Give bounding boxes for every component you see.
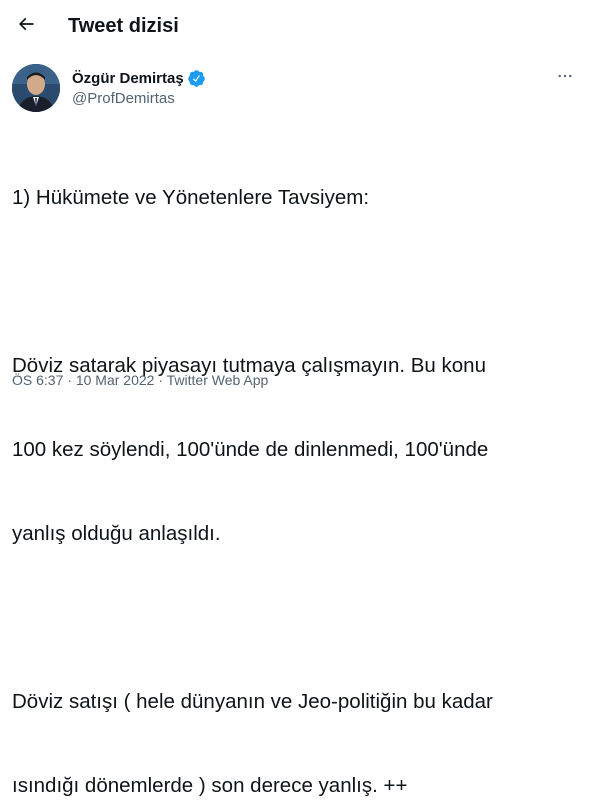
tweet-text-line: yanlış olduğu anlaşıldı. bbox=[12, 522, 221, 545]
page-title: Tweet dizisi bbox=[68, 15, 179, 37]
meta-separator: · bbox=[63, 372, 76, 388]
arrow-left-icon bbox=[16, 14, 36, 39]
author-name[interactable]: Özgür Demirtaş bbox=[72, 70, 184, 87]
more-horizontal-icon bbox=[556, 67, 574, 90]
tweet-text-line: ısındığı dönemlerde ) son derece yanlış.… bbox=[12, 774, 408, 797]
verified-badge-icon bbox=[187, 69, 206, 88]
author-handle[interactable]: @ProfDemirtas bbox=[72, 90, 175, 107]
tweet-time[interactable]: ÖS 6:37 bbox=[12, 372, 63, 388]
author-name-row: Özgür Demirtaş bbox=[72, 68, 206, 88]
tweet-metadata: ÖS 6:37 · 10 Mar 2022 · Twitter Web App bbox=[12, 370, 268, 390]
more-options-button[interactable] bbox=[548, 64, 582, 92]
back-button[interactable] bbox=[8, 8, 44, 44]
tweet-text-line bbox=[12, 268, 577, 296]
tweet-source[interactable]: Twitter Web App bbox=[167, 372, 269, 388]
avatar[interactable] bbox=[12, 64, 60, 112]
tweet-text-line: Döviz satışı ( hele dünyanın ve Jeo-poli… bbox=[12, 690, 493, 713]
tweet-text-line: 1) Hükümete ve Yönetenlere Tavsiyem: bbox=[12, 186, 370, 209]
meta-separator: · bbox=[154, 372, 167, 388]
tweet-text-line bbox=[12, 604, 577, 632]
thread-header: Tweet dizisi bbox=[0, 0, 592, 53]
tweet-date[interactable]: 10 Mar 2022 bbox=[76, 372, 155, 388]
tweet-author: Özgür Demirtaş @ProfDemirtas bbox=[12, 64, 582, 116]
tweet-text-line: 100 kez söylendi, 100'ünde de dinlenmedi… bbox=[12, 438, 489, 461]
tweet-text: 1) Hükümete ve Yönetenlere Tavsiyem: Döv… bbox=[12, 128, 577, 810]
